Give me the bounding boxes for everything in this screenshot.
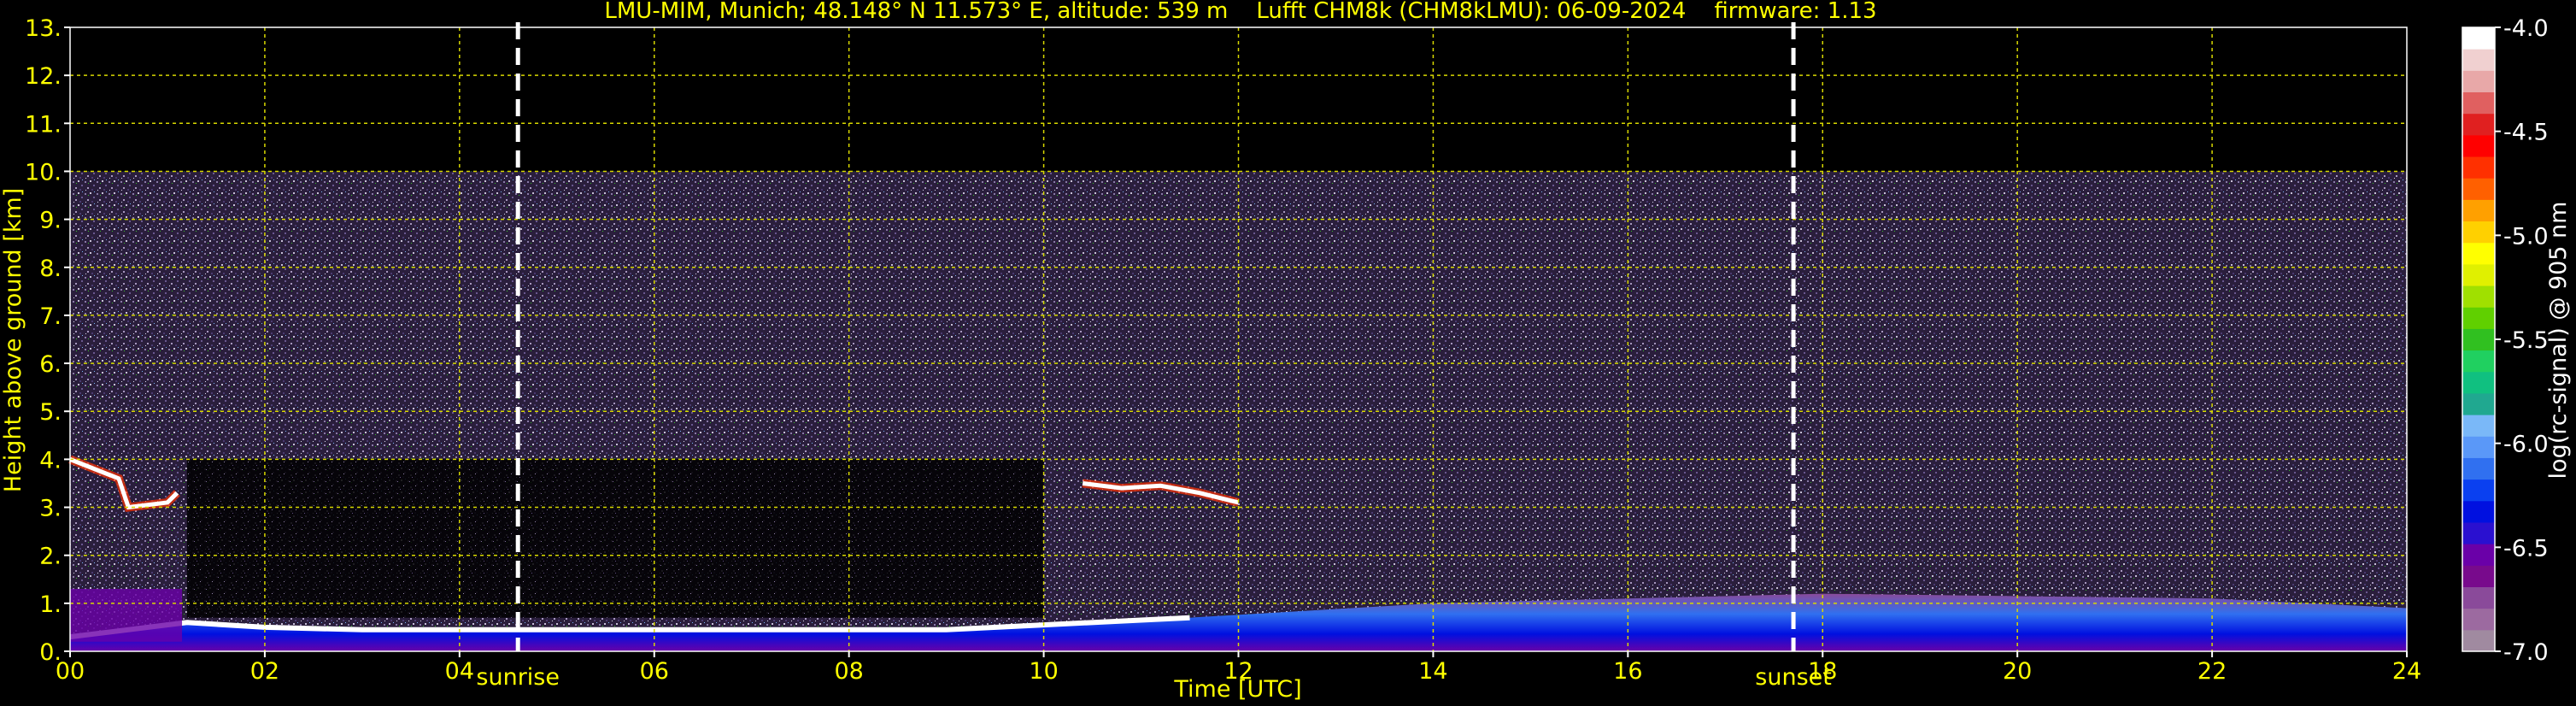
y-axis-label: Height above ground [km]	[0, 188, 26, 492]
residual-layer	[70, 589, 183, 642]
ceilometer-chart: LMU-MIM, Munich; 48.148° N 11.573° E, al…	[0, 0, 2572, 703]
colorbar: -4.0 -4.5 -5.0 -5.5 -6.0 -6.5 -7.0	[2462, 15, 2549, 666]
chart-title: LMU-MIM, Munich; 48.148° N 11.573° E, al…	[604, 0, 1876, 24]
x-tick-label: 06	[640, 658, 669, 685]
y-tick-label: 1.	[39, 591, 62, 618]
x-tick-label: 18	[1808, 658, 1837, 685]
backscatter-field	[68, 27, 2407, 651]
y-tick-label: 6.	[39, 351, 62, 378]
y-tick-label: 2.	[39, 544, 62, 570]
x-tick-label: 10	[1029, 658, 1058, 685]
colorbar-tick-label: -6.5	[2503, 535, 2549, 562]
x-tick-label: 02	[250, 658, 279, 685]
y-tick-label: 5.	[39, 399, 62, 426]
colorbar-segment	[2462, 91, 2495, 115]
y-tick-label: 9.	[39, 208, 62, 234]
colorbar-segment	[2462, 371, 2495, 394]
colorbar-segment	[2462, 457, 2495, 480]
x-tick-label: 24	[2392, 658, 2421, 685]
colorbar-segment	[2462, 415, 2495, 437]
y-tick-label: 12.	[25, 63, 62, 90]
x-tick-label: 08	[834, 658, 863, 685]
colorbar-tick-label: -7.0	[2503, 639, 2549, 666]
colorbar-segment	[2462, 436, 2495, 458]
colorbar-segment	[2462, 586, 2495, 609]
y-tick-label: 3.	[39, 496, 62, 522]
y-tick-label: 8.	[39, 256, 62, 282]
colorbar-segment	[2462, 199, 2495, 222]
colorbar-tick-label: -5.5	[2503, 327, 2549, 354]
colorbar-segment	[2462, 608, 2495, 631]
colorbar-segment	[2462, 113, 2495, 136]
colorbar-segment	[2462, 629, 2495, 652]
x-tick-label: 04	[445, 658, 474, 685]
colorbar-segment	[2462, 285, 2495, 308]
colorbar-segment	[2462, 134, 2495, 157]
x-tick-label: 16	[1613, 658, 1642, 685]
colorbar-tick-label: -4.0	[2503, 15, 2549, 42]
sunrise-label: sunrise	[476, 664, 560, 691]
colorbar-segment	[2462, 500, 2495, 523]
colorbar-segment	[2462, 49, 2495, 71]
colorbar-segment	[2462, 328, 2495, 351]
y-tick-label: 7.	[39, 303, 62, 330]
colorbar-segment	[2462, 27, 2495, 50]
x-tick-label: 20	[2003, 658, 2032, 685]
colorbar-segment	[2462, 544, 2495, 566]
colorbar-tick-label: -5.0	[2503, 223, 2549, 250]
colorbar-segment	[2462, 178, 2495, 200]
colorbar-segment	[2462, 242, 2495, 265]
colorbar-segment	[2462, 392, 2495, 415]
y-tick-label: 0.	[39, 639, 62, 666]
colorbar-segment	[2462, 565, 2495, 587]
colorbar-label: log(rc-signal) @ 905 nm	[2545, 202, 2572, 479]
colorbar-segment	[2462, 307, 2495, 329]
y-tick-label: 10.	[25, 159, 62, 185]
x-tick-label: 22	[2198, 658, 2227, 685]
colorbar-segment	[2462, 350, 2495, 373]
clear-lower-zone	[186, 459, 1044, 618]
colorbar-segment	[2462, 156, 2495, 179]
colorbar-segment	[2462, 521, 2495, 544]
colorbar-segment	[2462, 70, 2495, 93]
y-tick-label: 11.	[25, 111, 62, 138]
y-tick-label: 13.	[25, 15, 62, 42]
x-tick-label: 14	[1418, 658, 1447, 685]
colorbar-segment	[2462, 479, 2495, 502]
colorbar-tick-label: -6.0	[2503, 432, 2549, 458]
x-axis-label: Time [UTC]	[1173, 676, 1301, 703]
colorbar-segment	[2462, 221, 2495, 244]
colorbar-tick-label: -4.5	[2503, 120, 2549, 146]
y-tick-label: 4.	[39, 447, 62, 474]
colorbar-segment	[2462, 263, 2495, 286]
